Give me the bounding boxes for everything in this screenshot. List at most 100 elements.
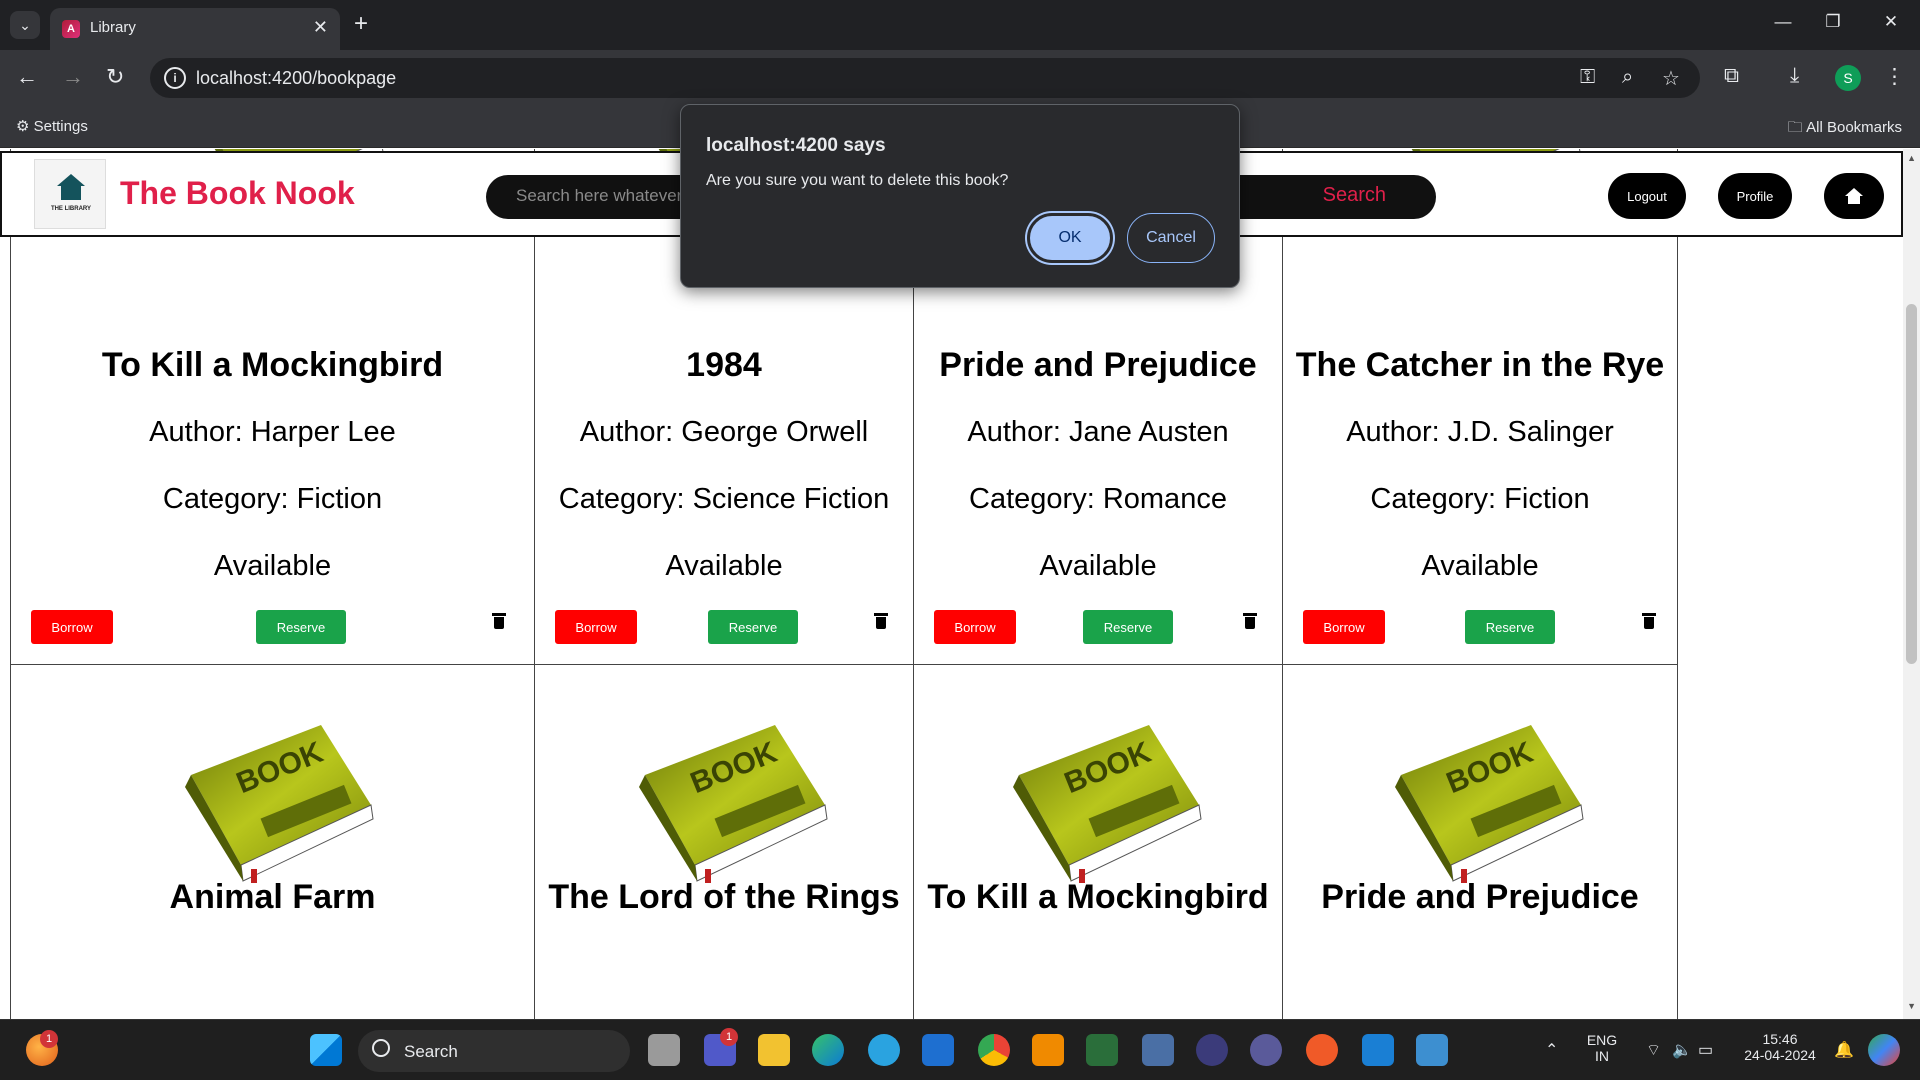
angular-favicon-icon: A xyxy=(62,20,80,38)
menu-kebab-icon[interactable]: ⋮ xyxy=(1884,64,1905,89)
windows-taskbar: 1 Search 1 ⌃ ENG IN ⌔ 🔈 ▭ 15:46 24-04-20… xyxy=(0,1019,1920,1080)
close-window-icon[interactable]: ✕ xyxy=(1868,12,1914,32)
home-icon xyxy=(1845,188,1863,204)
profile-avatar[interactable]: S xyxy=(1835,65,1861,91)
extensions-icon[interactable]: ⧉ xyxy=(1724,64,1739,88)
book-title: Pride and Prejudice xyxy=(939,346,1257,384)
reserve-button[interactable]: Reserve xyxy=(708,610,798,644)
url-text[interactable]: localhost:4200/bookpage xyxy=(196,68,396,89)
language-indicator[interactable]: ENG IN xyxy=(1584,1032,1620,1064)
book-title: Animal Farm xyxy=(169,878,376,916)
reserve-button[interactable]: Reserve xyxy=(1083,610,1173,644)
tab-strip: ⌄ A Library ✕ + — ❐ ✕ xyxy=(0,0,1920,50)
wifi-icon[interactable]: ⌔ xyxy=(1646,1040,1661,1060)
borrow-button[interactable]: Borrow xyxy=(31,610,113,644)
mysql-icon[interactable] xyxy=(1142,1034,1174,1066)
book-status: Available xyxy=(1039,550,1157,582)
book-title: 1984 xyxy=(686,346,762,384)
book-status: Available xyxy=(1421,550,1539,582)
book-title: Pride and Prejudice xyxy=(1321,878,1639,916)
delete-trash-icon[interactable] xyxy=(1243,613,1257,629)
book-status: Available xyxy=(213,550,332,582)
address-bar[interactable]: i localhost:4200/bookpage ⚿ ⌕ ☆ xyxy=(150,58,1700,98)
new-tab-icon[interactable]: + xyxy=(354,10,368,38)
mail-icon[interactable] xyxy=(922,1034,954,1066)
windows-start-icon[interactable] xyxy=(310,1034,342,1066)
book-title: The Catcher in the Rye xyxy=(1295,346,1665,384)
scroll-down-arrow-icon[interactable]: ▼ xyxy=(1907,1001,1916,1011)
taskbar-search[interactable]: Search xyxy=(358,1030,630,1072)
profile-button[interactable]: Profile xyxy=(1718,173,1792,219)
dialog-ok-button[interactable]: OK xyxy=(1027,213,1113,263)
borrow-button[interactable]: Borrow xyxy=(1303,610,1385,644)
scroll-up-arrow-icon[interactable]: ▲ xyxy=(1907,153,1916,163)
browser-tab[interactable]: A Library ✕ xyxy=(50,8,340,50)
home-button[interactable] xyxy=(1824,173,1884,219)
back-icon[interactable]: ← xyxy=(16,64,38,90)
logo-building-shape xyxy=(61,186,81,200)
bookmark-settings-label: Settings xyxy=(33,118,88,135)
password-key-icon[interactable]: ⚿ xyxy=(1580,66,1595,89)
notepad-icon[interactable] xyxy=(1416,1034,1448,1066)
restore-icon[interactable]: ❐ xyxy=(1810,12,1856,32)
teams-badge: 1 xyxy=(720,1028,738,1046)
search-input[interactable]: Search here whatever xyxy=(516,186,682,206)
reserve-button[interactable]: Reserve xyxy=(1465,610,1555,644)
zoom-icon[interactable]: ⌕ xyxy=(1622,66,1633,89)
bookmark-star-icon[interactable]: ☆ xyxy=(1662,66,1680,91)
vlc-icon[interactable] xyxy=(1032,1034,1064,1066)
app-icon[interactable] xyxy=(1086,1034,1118,1066)
volume-icon[interactable]: 🔈 xyxy=(1672,1040,1692,1060)
site-info-icon[interactable]: i xyxy=(164,67,186,89)
book-category: Category: Fiction xyxy=(162,483,383,515)
eclipse2-icon[interactable] xyxy=(1250,1034,1282,1066)
search-button[interactable]: Search xyxy=(1323,184,1386,207)
download-icon[interactable]: ⤓ xyxy=(1790,64,1799,88)
task-view-icon[interactable] xyxy=(648,1034,680,1066)
language-line1: ENG xyxy=(1586,1032,1618,1048)
page-scrollbar[interactable]: ▲ ▼ xyxy=(1903,149,1920,1019)
book-cover-icon: BOOK xyxy=(639,725,828,883)
dialog-message: Are you sure you want to delete this boo… xyxy=(706,172,1009,189)
edge-icon[interactable] xyxy=(812,1034,844,1066)
forward-icon[interactable]: → xyxy=(62,64,84,90)
book-card: BOOK Pride and Prejudice xyxy=(1282,664,1678,1019)
book-author: Author: J.D. Salinger xyxy=(1346,416,1614,448)
delete-trash-icon[interactable] xyxy=(492,613,506,629)
notification-bell-icon[interactable]: 🔔 xyxy=(1834,1040,1854,1060)
book-title: The Lord of the Rings xyxy=(548,878,900,916)
delete-trash-icon[interactable] xyxy=(874,613,888,629)
all-bookmarks-label: All Bookmarks xyxy=(1806,119,1902,136)
eclipse-icon[interactable] xyxy=(1196,1034,1228,1066)
clock[interactable]: 15:46 24-04-2024 xyxy=(1730,1031,1830,1063)
file-explorer-icon[interactable] xyxy=(758,1034,790,1066)
borrow-button[interactable]: Borrow xyxy=(555,610,637,644)
all-bookmarks[interactable]: 🗀 All Bookmarks xyxy=(1788,117,1902,142)
borrow-button[interactable]: Borrow xyxy=(934,610,1016,644)
battery-icon[interactable]: ▭ xyxy=(1698,1040,1713,1060)
logout-button[interactable]: Logout xyxy=(1608,173,1686,219)
dialog-title: localhost:4200 says xyxy=(706,135,886,156)
postman-icon[interactable] xyxy=(1306,1034,1338,1066)
vscode-icon[interactable] xyxy=(1362,1034,1394,1066)
copilot-icon[interactable] xyxy=(1868,1034,1900,1066)
reserve-button[interactable]: Reserve xyxy=(256,610,346,644)
delete-trash-icon[interactable] xyxy=(1642,613,1656,629)
tab-search-chevron-icon[interactable]: ⌄ xyxy=(10,11,40,39)
reload-icon[interactable]: ↻ xyxy=(106,64,124,90)
chrome-icon[interactable] xyxy=(978,1034,1010,1066)
logo-text: THE LIBRARY xyxy=(50,206,92,212)
telegram-icon[interactable] xyxy=(868,1034,900,1066)
book-author: Author: George Orwell xyxy=(579,416,869,448)
book-author: Author: Jane Austen xyxy=(967,416,1229,448)
book-card: BOOK To Kill a Mockingbird xyxy=(913,664,1283,1019)
scrollbar-thumb[interactable] xyxy=(1906,304,1917,664)
minimize-icon[interactable]: — xyxy=(1760,12,1806,32)
library-logo: THE LIBRARY xyxy=(34,159,106,229)
tray-chevron-icon[interactable]: ⌃ xyxy=(1545,1040,1558,1060)
tab-title: Library xyxy=(90,19,136,36)
bookmark-settings[interactable]: ⚙ Settings xyxy=(16,117,88,135)
tab-close-icon[interactable]: ✕ xyxy=(313,17,328,38)
dialog-cancel-button[interactable]: Cancel xyxy=(1127,213,1215,263)
book-status: Available xyxy=(665,550,783,582)
